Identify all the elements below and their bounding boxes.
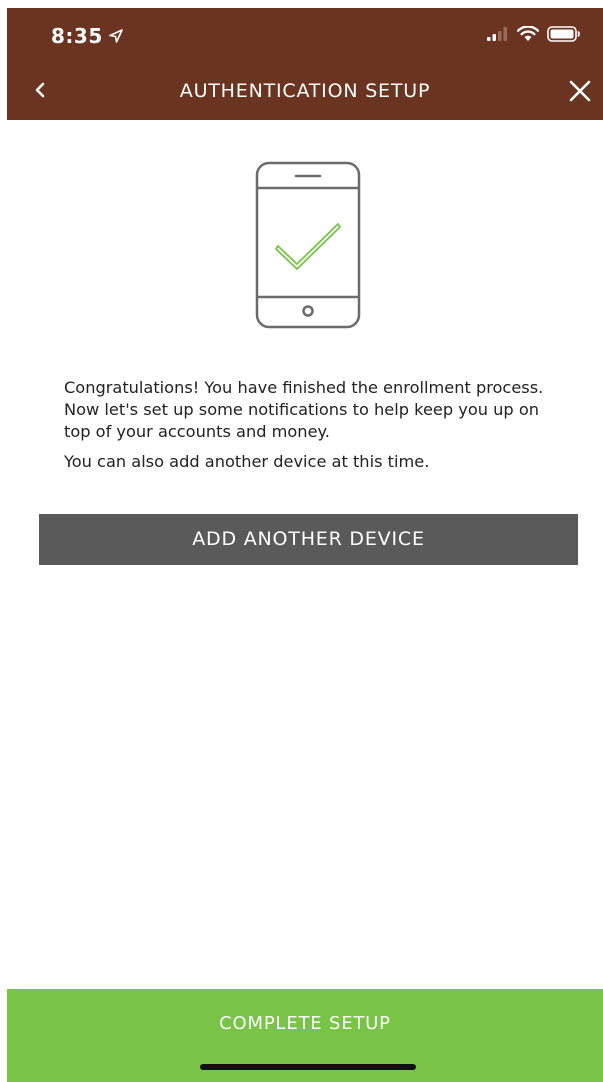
status-time-label: 8:35: [51, 24, 103, 48]
app-screen: 8:35 AUTHENTICATION SETUP Congratulation…: [7, 8, 603, 1082]
top-bar: 8:35 AUTHENTICATION SETUP: [7, 8, 603, 120]
close-button[interactable]: [567, 78, 593, 104]
message-paragraph-congrats: Congratulations! You have finished the e…: [64, 378, 544, 441]
location-arrow-icon: [108, 29, 123, 43]
wifi-icon: [517, 26, 539, 41]
cellular-signal-icon: [487, 27, 507, 41]
status-time: 8:35: [51, 24, 123, 48]
home-indicator: [200, 1064, 416, 1070]
message-paragraph-add-device: You can also add another device at this …: [64, 452, 430, 471]
add-another-device-button[interactable]: ADD ANOTHER DEVICE: [39, 514, 578, 565]
battery-icon: [547, 26, 580, 42]
enrollment-message: Congratulations! You have finished the e…: [64, 377, 564, 481]
phone-checkmark-icon: [255, 161, 361, 329]
close-icon: [569, 80, 591, 102]
status-icons: [487, 26, 581, 42]
page-title: AUTHENTICATION SETUP: [179, 80, 431, 102]
complete-setup-label: COMPLETE SETUP: [219, 1013, 391, 1034]
